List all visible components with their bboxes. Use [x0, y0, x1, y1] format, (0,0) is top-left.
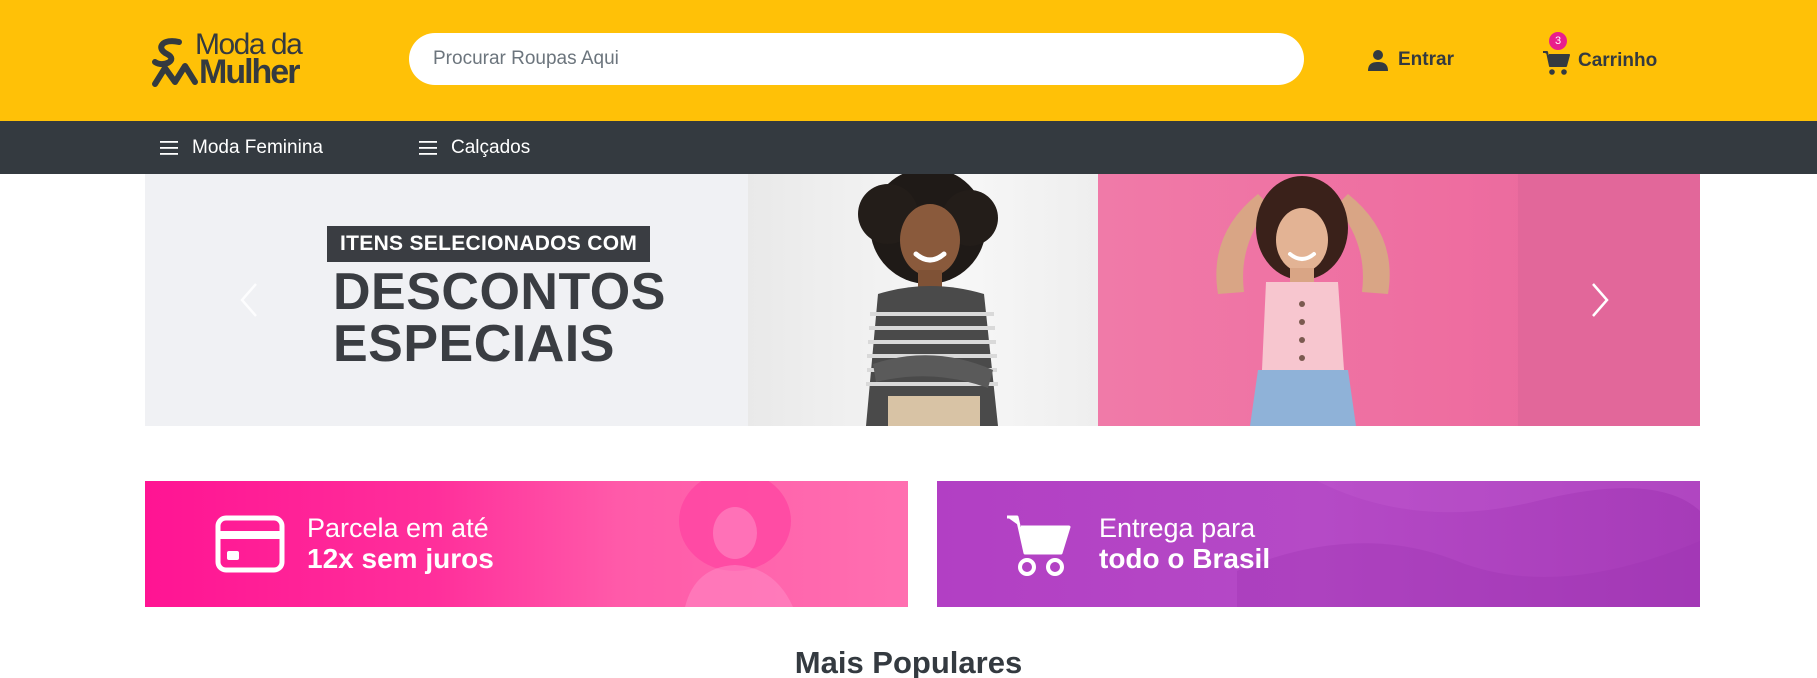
section-title: Mais Populares [794, 645, 1023, 678]
promo-texture-decoration [1237, 481, 1700, 607]
model-illustration-1 [858, 174, 998, 426]
menu-icon [160, 140, 178, 155]
promo-shipping-line2: todo o Brasil [1099, 543, 1271, 574]
hero-carousel: ITENS SELECIONADOS COM DESCONTOS ESPECIA… [145, 174, 1700, 426]
carousel-tag: ITENS SELECIONADOS COM [327, 226, 651, 262]
cart-button[interactable]: 3 Carrinho [1542, 32, 1658, 76]
chevron-right-icon[interactable] [1579, 280, 1619, 320]
promo-installments-line1: Parcela em até [307, 513, 489, 543]
logo-mark-icon [152, 38, 198, 87]
category-nav: Moda Feminina Calçados [0, 121, 1817, 174]
nav-item-label: Calçados [451, 136, 531, 158]
logo-text-bottom: Mulher [199, 53, 300, 91]
search-input[interactable] [409, 33, 1304, 85]
nav-item-moda-feminina[interactable]: Moda Feminina [160, 121, 323, 174]
cart-icon-wrap: 3 [1542, 32, 1570, 76]
cart-icon [1007, 515, 1071, 576]
login-label: Entrar [1398, 49, 1454, 70]
brand-logo[interactable]: Moda da Mulher [149, 28, 324, 92]
promo-installments-line2: 12x sem juros [307, 543, 494, 574]
menu-icon [419, 140, 437, 155]
chevron-left-icon[interactable] [230, 280, 270, 320]
nav-item-calcados[interactable]: Calçados [419, 121, 530, 174]
carousel-headline-2: ESPECIAIS [333, 315, 615, 373]
login-button[interactable]: Entrar [1366, 46, 1454, 74]
promo-installments[interactable]: Parcela em até 12x sem juros [145, 481, 908, 607]
cart-icon [1543, 51, 1570, 75]
nav-item-label: Moda Feminina [192, 136, 323, 158]
carousel-headline-1: DESCONTOS [333, 263, 666, 321]
cart-label: Carrinho [1578, 50, 1658, 71]
model-photo-1 [748, 174, 1098, 426]
header: Moda da Mulher Entrar 3 Carrinho [0, 0, 1817, 121]
promo-shipping[interactable]: Entrega para todo o Brasil [937, 481, 1700, 607]
cart-count-badge: 3 [1549, 32, 1567, 50]
user-icon [1368, 50, 1388, 71]
promo-model-decoration [679, 481, 793, 607]
credit-card-icon [215, 515, 285, 573]
promo-shipping-line1: Entrega para [1099, 513, 1256, 543]
